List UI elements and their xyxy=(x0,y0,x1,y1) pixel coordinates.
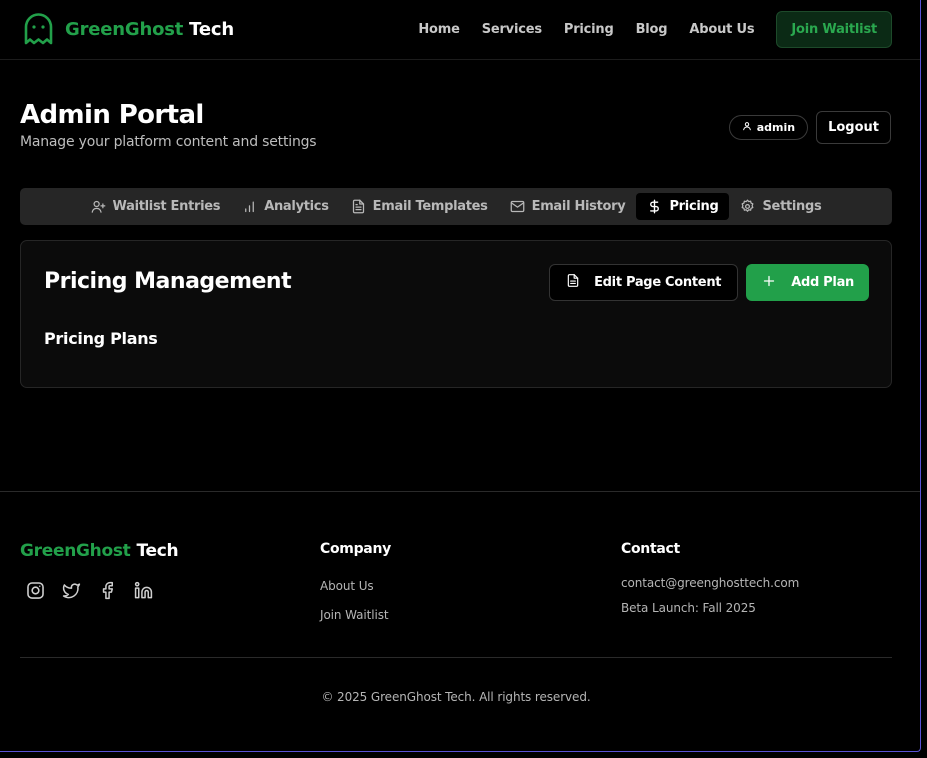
footer-contact-column: Contact contact@greenghosttech.com Beta … xyxy=(621,541,799,615)
footer-brand-column: GreenGhost Tech xyxy=(20,541,179,600)
tab-label: Settings xyxy=(762,199,822,214)
pricing-management-card: Pricing Management Edit Page Content Add… xyxy=(20,240,892,388)
admin-header: Admin Portal Manage your platform conten… xyxy=(20,100,891,150)
user-badge[interactable]: admin xyxy=(728,115,809,140)
brand-secondary: Tech xyxy=(189,19,234,40)
pricing-title: Pricing Management xyxy=(44,269,292,294)
user-icon xyxy=(742,121,752,134)
logo[interactable]: GreenGhost Tech xyxy=(22,12,234,47)
nav-home-link[interactable]: Home xyxy=(418,22,460,37)
footer-about-link[interactable]: About Us xyxy=(320,579,391,593)
admin-tabs: Waitlist Entries Analytics Email Templat… xyxy=(20,188,892,225)
join-waitlist-button[interactable]: Join Waitlist xyxy=(776,11,892,48)
tab-label: Pricing xyxy=(669,199,719,214)
nav-blog-link[interactable]: Blog xyxy=(636,22,668,37)
tab-waitlist-entries[interactable]: Waitlist Entries xyxy=(80,193,232,220)
main-nav: Home Services Pricing Blog About Us Join… xyxy=(418,11,892,48)
mail-icon xyxy=(510,199,525,214)
pricing-actions: Edit Page Content Add Plan xyxy=(549,264,869,301)
plus-icon xyxy=(763,275,775,291)
copyright-text: © 2025 GreenGhost Tech. All rights reser… xyxy=(321,690,591,704)
footer-brand: GreenGhost Tech xyxy=(20,541,179,561)
pricing-plans-heading: Pricing Plans xyxy=(44,329,158,348)
tab-analytics[interactable]: Analytics xyxy=(231,193,339,220)
footer-brand-primary: GreenGhost xyxy=(20,541,131,561)
dollar-icon xyxy=(647,199,662,214)
user-name: admin xyxy=(756,121,796,134)
user-plus-icon xyxy=(91,199,106,214)
twitter-icon[interactable] xyxy=(62,581,81,600)
footer-join-waitlist-link[interactable]: Join Waitlist xyxy=(320,608,391,622)
tab-label: Analytics xyxy=(264,199,329,214)
edit-page-content-button[interactable]: Edit Page Content xyxy=(549,264,739,301)
company-heading: Company xyxy=(320,541,391,557)
tab-email-history[interactable]: Email History xyxy=(499,193,637,220)
site-footer: GreenGhost Tech Company About Us Join Wai… xyxy=(0,491,920,751)
nav-about-link[interactable]: About Us xyxy=(689,22,754,37)
contact-email[interactable]: contact@greenghosttech.com xyxy=(621,576,799,590)
brand-primary: GreenGhost xyxy=(65,19,184,40)
nav-pricing-link[interactable]: Pricing xyxy=(564,22,614,37)
footer-company-column: Company About Us Join Waitlist xyxy=(320,541,391,622)
user-area: admin Logout xyxy=(728,111,891,144)
file-icon xyxy=(566,273,580,292)
edit-page-content-label: Edit Page Content xyxy=(594,275,722,290)
tab-pricing[interactable]: Pricing xyxy=(636,193,730,220)
tab-settings[interactable]: Settings xyxy=(729,193,832,220)
add-plan-label: Add Plan xyxy=(791,275,854,290)
file-text-icon xyxy=(351,199,366,214)
tab-label: Waitlist Entries xyxy=(112,199,221,214)
logout-button[interactable]: Logout xyxy=(816,111,891,144)
facebook-icon[interactable] xyxy=(98,581,117,600)
tab-label: Email History xyxy=(531,199,626,214)
brand-name: GreenGhost Tech xyxy=(65,19,234,40)
linkedin-icon[interactable] xyxy=(134,581,153,600)
social-links xyxy=(26,581,178,600)
bar-chart-icon xyxy=(242,199,257,214)
beta-launch-note: Beta Launch: Fall 2025 xyxy=(621,601,756,615)
footer-divider xyxy=(20,657,892,658)
ghost-icon xyxy=(22,12,55,47)
footer-brand-secondary: Tech xyxy=(136,541,179,561)
tab-label: Email Templates xyxy=(372,199,488,214)
tab-email-templates[interactable]: Email Templates xyxy=(340,193,499,220)
add-plan-button[interactable]: Add Plan xyxy=(746,264,869,301)
app-frame: GreenGhost Tech Home Services Pricing Blo… xyxy=(0,0,921,752)
top-navbar: GreenGhost Tech Home Services Pricing Blo… xyxy=(0,0,920,60)
nav-services-link[interactable]: Services xyxy=(482,22,542,37)
instagram-icon[interactable] xyxy=(26,581,45,600)
gear-icon xyxy=(740,199,755,214)
contact-heading: Contact xyxy=(621,541,680,557)
